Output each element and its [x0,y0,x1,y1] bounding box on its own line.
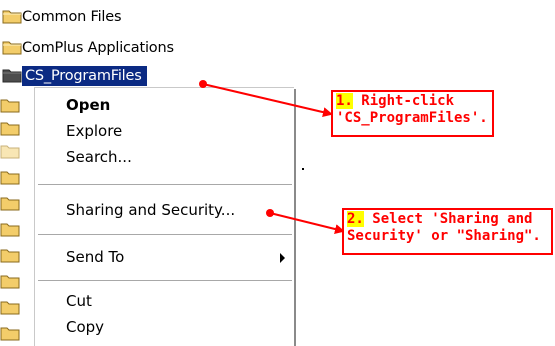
tree-row-complus-applications[interactable]: ComPlus Applications [0,37,240,59]
menu-separator [38,184,292,185]
menu-item-cut[interactable]: Cut [35,288,293,314]
folder-icon [0,144,21,159]
callout-line: 1. Right-click [336,93,489,110]
menu-item-label: Copy [66,318,105,336]
folder-icon [0,248,21,263]
menu-item-label: Cut [66,292,92,310]
menu-item-label: Search... [66,148,132,166]
folder-icon [0,98,21,113]
tree-fragment-dot [302,168,304,170]
folder-icon [0,121,21,136]
folder-icon [0,222,21,237]
folder-icon [0,170,21,185]
folder-icon [2,68,23,83]
menu-item-copy[interactable]: Copy [35,314,293,340]
folder-icon [0,326,21,341]
callout-line: 2. Select 'Sharing and [347,211,548,228]
tree-row-common-files[interactable]: Common Files [0,6,200,28]
menu-item-search[interactable]: Search... [35,144,293,170]
menu-item-sharing-and-security[interactable]: Sharing and Security... [35,197,293,223]
folder-icon [0,274,21,289]
folder-icon [2,9,23,24]
menu-separator [38,234,292,235]
callout-text: Select 'Sharing and [372,211,533,227]
callout-text: Security' or "Sharing". [347,228,541,244]
submenu-arrow-icon [280,253,285,263]
folder-icon [2,40,23,55]
tree-item-label: Common Files [22,9,122,25]
context-menu: Open Explore Search... Sharing and Secur… [34,87,294,346]
callout-text: 'CS_ProgramFiles'. [336,110,488,126]
menu-item-label: Send To [66,248,125,266]
callout-text: Right-click [361,93,455,109]
step-number: 2. [347,211,364,227]
callout-step-1: 1. Right-click 'CS_ProgramFiles'. [331,90,494,137]
tree-item-label-selected: CS_ProgramFiles [22,66,147,86]
menu-item-label: Sharing and Security... [66,201,236,219]
menu-item-open[interactable]: Open [35,92,293,118]
tree-row-cs-programfiles[interactable]: CS_ProgramFiles [0,65,200,87]
callout-step-2: 2. Select 'Sharing and Security' or "Sha… [342,208,553,255]
menu-item-send-to[interactable]: Send To [35,244,293,270]
tree-item-label: ComPlus Applications [22,40,174,56]
menu-item-label: Open [66,96,111,114]
menu-separator [38,280,292,281]
folder-icon [0,300,21,315]
step-number: 1. [336,93,353,109]
menu-item-label: Explore [66,122,123,140]
folder-icon [0,196,21,211]
menu-item-explore[interactable]: Explore [35,118,293,144]
